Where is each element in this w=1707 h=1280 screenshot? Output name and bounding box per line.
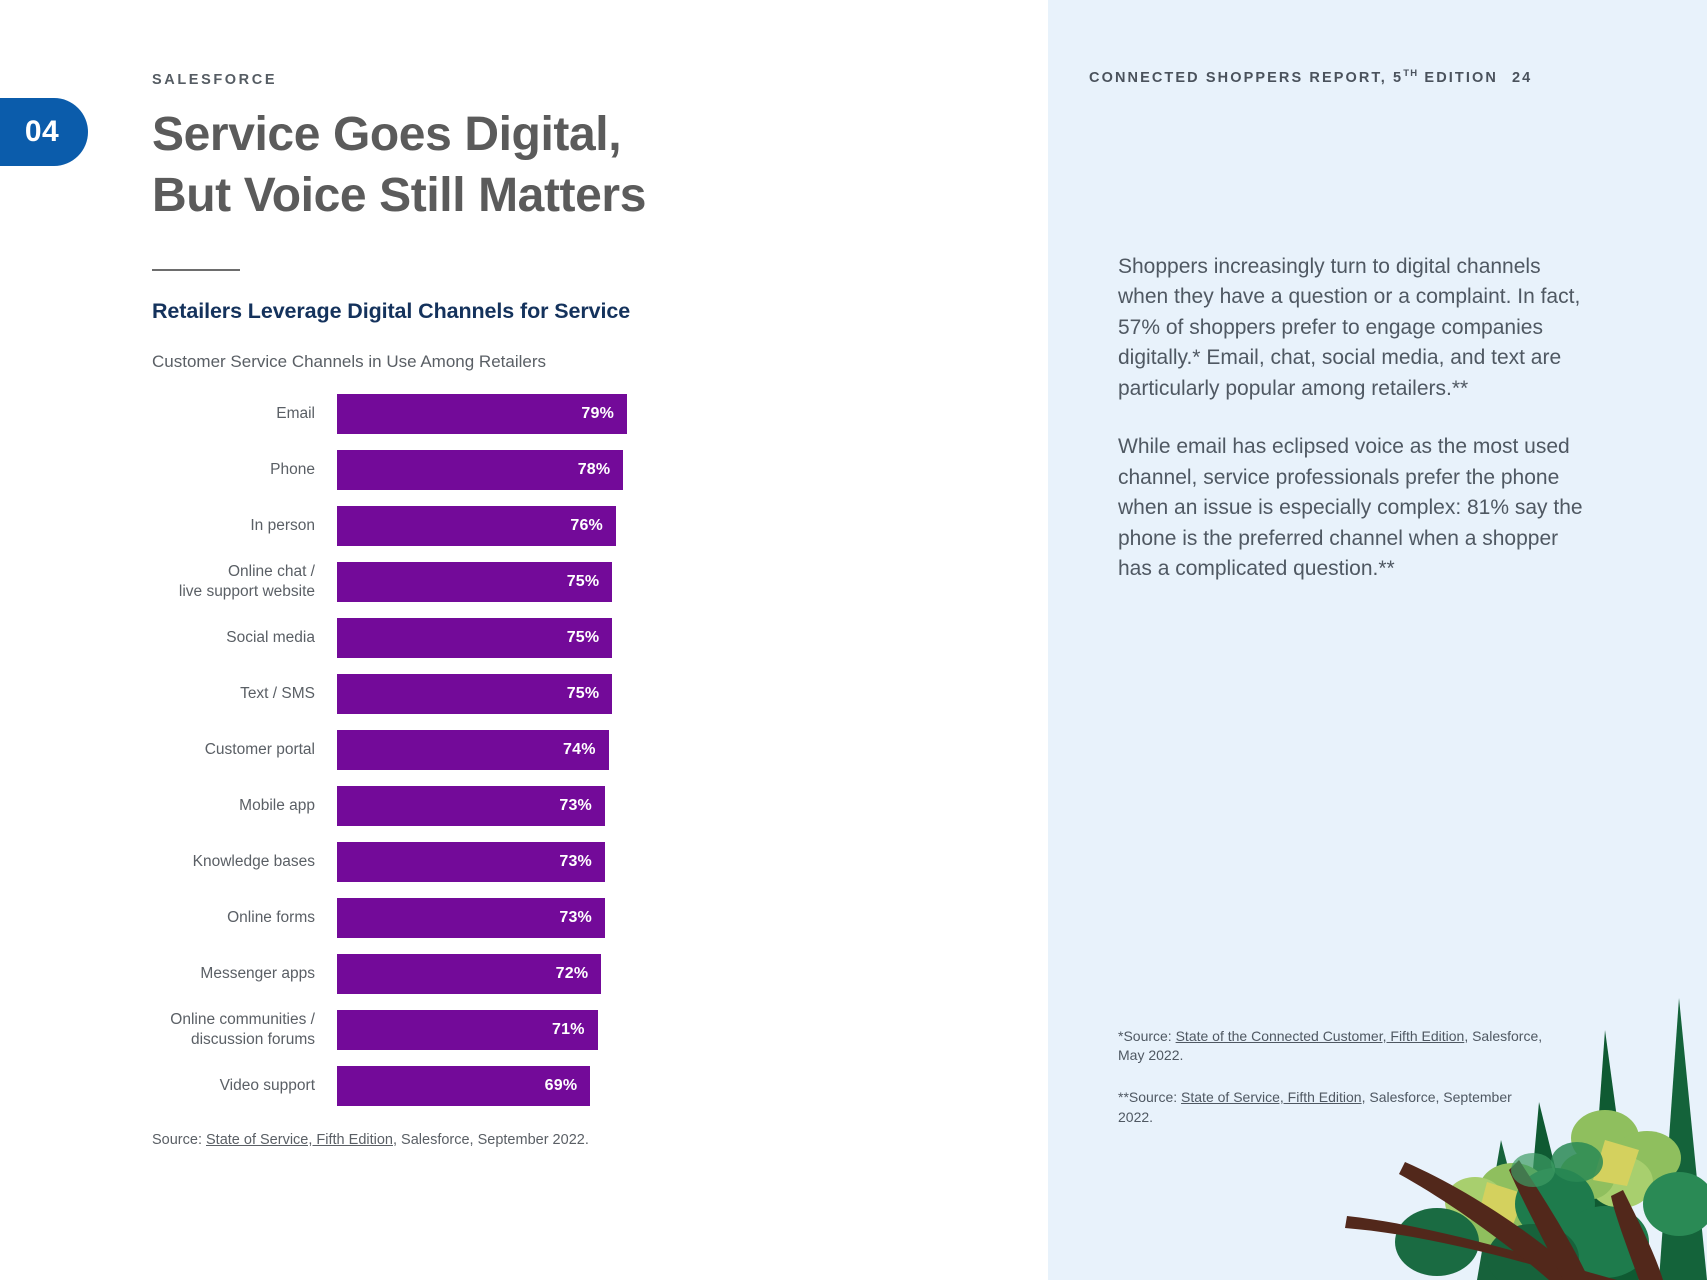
bar-track: 74% <box>337 729 852 770</box>
bar-category-label: Social media <box>226 628 315 646</box>
chapter-number-badge: 04 <box>0 98 88 166</box>
bar-track: 75% <box>337 561 852 602</box>
bar-fill: 72% <box>337 953 602 994</box>
bar-fill: 75% <box>337 617 613 658</box>
bar-category-label: Online chat / live support website <box>178 563 315 600</box>
bar-chart-row: Online forms 73% <box>152 897 852 938</box>
report-header-title: CONNECTED SHOPPERS REPORT, 5 <box>1089 69 1404 86</box>
report-header-ordinal: TH <box>1403 68 1419 79</box>
bar-chart-row: Video support 69% <box>152 1065 852 1106</box>
bar-fill: 74% <box>337 729 609 770</box>
bar-category-label: Online communities / discussion forums <box>170 1011 315 1048</box>
bar-chart-row: Email 79% <box>152 393 852 434</box>
bar-chart-row: Social media 75% <box>152 617 852 658</box>
bar-track: 71% <box>337 1009 852 1050</box>
bar-category-label: Messenger apps <box>200 964 315 982</box>
bar-chart-row: Online communities / discussion forums 71… <box>152 1009 852 1050</box>
bar-fill: 78% <box>337 449 624 490</box>
chapter-number: 04 <box>24 115 60 148</box>
bar-track: 75% <box>337 617 852 658</box>
chart-source-link[interactable]: State of Service, Fifth Edition <box>206 1132 393 1148</box>
bar-value-label: 76% <box>570 516 603 534</box>
bar-category-label: Phone <box>270 460 315 478</box>
bar-track: 78% <box>337 449 852 490</box>
footnote-1-link[interactable]: State of the Connected Customer, Fifth E… <box>1176 1028 1465 1044</box>
bar-category-label: Online forms <box>227 908 315 926</box>
footnote-2-link[interactable]: State of Service, Fifth Edition <box>1181 1089 1362 1105</box>
bar-value-label: 78% <box>577 460 611 478</box>
bar-value-label: 73% <box>559 796 592 814</box>
report-page: 04 SALESFORCE Service Goes Digital, But … <box>0 0 1707 1280</box>
bar-fill: 73% <box>337 897 605 938</box>
bar-chart-row: Messenger apps 72% <box>152 953 852 994</box>
bar-value-label: 73% <box>559 908 592 926</box>
bar-track: 73% <box>337 841 852 882</box>
bar-chart: Email 79% Phone 78% In person 76% Online chat … <box>152 393 852 1106</box>
footnote-2: **Source: State of Service, Fifth Editio… <box>1118 1088 1548 1128</box>
bar-track: 79% <box>337 393 852 434</box>
bar-fill: 71% <box>337 1009 598 1050</box>
right-sidebar-panel: CONNECTED SHOPPERS REPORT, 5TH EDITION 24… <box>1048 0 1707 1280</box>
bar-fill: 75% <box>337 673 613 714</box>
bar-fill: 76% <box>337 505 616 546</box>
chart-source-prefix: Source: <box>152 1131 206 1148</box>
chart-source-note: Source: State of Service, Fifth Edition,… <box>152 1132 1012 1148</box>
bar-category-label: Email <box>276 404 315 422</box>
bar-chart-row: In person 76% <box>152 505 852 546</box>
sidebar-paragraph-1: Shoppers increasingly turn to digital ch… <box>1118 255 1581 400</box>
bar-track: 75% <box>337 673 852 714</box>
left-content-panel: 04 SALESFORCE Service Goes Digital, But … <box>0 0 1048 1280</box>
bar-value-label: 69% <box>544 1076 578 1094</box>
bar-category-label: Text / SMS <box>240 684 315 702</box>
sidebar-paragraph-2: While email has eclipsed voice as the mo… <box>1118 435 1583 580</box>
bar-value-label: 75% <box>566 628 600 646</box>
bar-category-label: In person <box>250 516 315 534</box>
section-title: Retailers Leverage Digital Channels for … <box>152 298 631 323</box>
bar-track: 73% <box>337 897 852 938</box>
bar-track: 72% <box>337 953 852 994</box>
bar-chart-row: Customer portal 74% <box>152 729 852 770</box>
bar-fill: 69% <box>337 1065 591 1106</box>
page-title: Service Goes Digital, But Voice Still Ma… <box>152 104 1012 227</box>
bar-value-label: 73% <box>559 852 592 870</box>
chart-title: Customer Service Channels in Use Among R… <box>152 351 547 371</box>
footnote-1-prefix: *Source: <box>1118 1027 1176 1044</box>
bar-category-label: Customer portal <box>204 740 315 758</box>
headline-line-2: But Voice Still Matters <box>152 169 647 223</box>
bar-value-label: 75% <box>566 684 600 702</box>
sidebar-body: Shoppers increasingly turn to digital ch… <box>1118 252 1588 584</box>
bar-track: 73% <box>337 785 852 826</box>
headline-line-1: Service Goes Digital, <box>152 108 622 161</box>
bar-fill: 79% <box>337 393 627 434</box>
bar-chart-row: Mobile app 73% <box>152 785 852 826</box>
bar-fill: 73% <box>337 785 605 826</box>
bar-value-label: 74% <box>563 740 596 758</box>
bar-category-label: Mobile app <box>239 796 315 814</box>
bar-chart-row: Text / SMS 75% <box>152 673 852 714</box>
bar-fill: 75% <box>337 561 613 602</box>
bar-fill: 73% <box>337 841 605 882</box>
bar-track: 69% <box>337 1065 852 1106</box>
bar-value-label: 79% <box>581 404 614 422</box>
title-divider <box>152 268 240 271</box>
bar-category-label: Video support <box>219 1076 315 1094</box>
bar-category-label: Knowledge bases <box>192 852 315 870</box>
report-header: CONNECTED SHOPPERS REPORT, 5TH EDITION 24 <box>1089 68 1532 86</box>
report-header-title-tail: EDITION <box>1418 69 1498 86</box>
chart-source-suffix: , Salesforce, September 2022. <box>392 1131 589 1148</box>
brand-eyebrow: SALESFORCE <box>152 72 278 88</box>
bar-track: 76% <box>337 505 852 546</box>
bar-value-label: 75% <box>566 572 600 590</box>
bar-chart-row: Online chat / live support website 75% <box>152 561 852 602</box>
bar-value-label: 72% <box>555 964 589 982</box>
footnote-1: *Source: State of the Connected Customer… <box>1118 1027 1548 1067</box>
page-number: 24 <box>1511 69 1533 86</box>
footnote-2-prefix: **Source: <box>1118 1089 1182 1106</box>
footnote-list: *Source: State of the Connected Customer… <box>1118 1027 1548 1129</box>
bar-chart-row: Knowledge bases 73% <box>152 841 852 882</box>
bar-value-label: 71% <box>552 1020 585 1038</box>
bar-chart-row: Phone 78% <box>152 449 852 490</box>
